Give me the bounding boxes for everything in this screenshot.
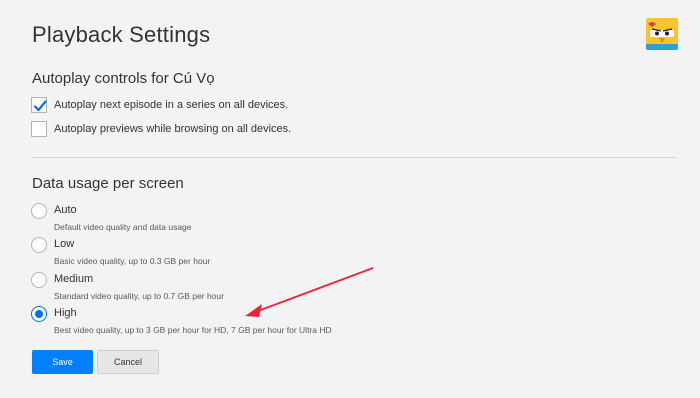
page-title: Playback Settings [32,22,211,47]
autoplay-heading: Autoplay controls for Cú Vọ [32,70,215,87]
autoplay-next-episode-checkbox[interactable] [31,97,47,113]
autoplay-next-episode-label: Autoplay next episode in a series on all… [54,99,289,111]
section-divider [32,157,677,158]
option-description: Basic video quality, up to 0.3 GB per ho… [54,256,211,266]
data-usage-heading: Data usage per screen [32,175,184,192]
autoplay-previews-checkbox[interactable] [31,121,47,137]
option-description: Default video quality and data usage [54,222,192,232]
data-usage-option-low[interactable]: Low Basic video quality, up to 0.3 GB pe… [31,237,210,267]
autoplay-previews-option[interactable]: Autoplay previews while browsing on all … [31,120,291,138]
radio-low[interactable] [31,237,47,253]
option-description: Best video quality, up to 3 GB per hour … [54,325,332,335]
autoplay-next-episode-option[interactable]: Autoplay next episode in a series on all… [31,96,288,114]
data-usage-option-high[interactable]: High Best video quality, up to 3 GB per … [31,306,332,336]
option-title: Medium [54,273,94,285]
autoplay-previews-label: Autoplay previews while browsing on all … [54,123,292,135]
data-usage-option-auto[interactable]: Auto Default video quality and data usag… [31,203,192,233]
data-usage-option-medium[interactable]: Medium Standard video quality, up to 0.7… [31,272,224,302]
cancel-button[interactable]: Cancel [97,350,159,374]
option-title: High [54,307,77,319]
option-title: Auto [54,204,77,216]
save-button[interactable]: Save [32,350,93,374]
annotation-arrow-icon [245,267,374,317]
radio-medium[interactable] [31,272,47,288]
checkmark-icon [33,100,47,112]
profile-avatar-icon[interactable] [646,18,678,50]
option-description: Standard video quality, up to 0.7 GB per… [54,291,224,301]
radio-high-selected[interactable] [31,306,47,322]
radio-auto[interactable] [31,203,47,219]
option-title: Low [54,238,75,250]
radio-selected-dot [35,310,43,318]
